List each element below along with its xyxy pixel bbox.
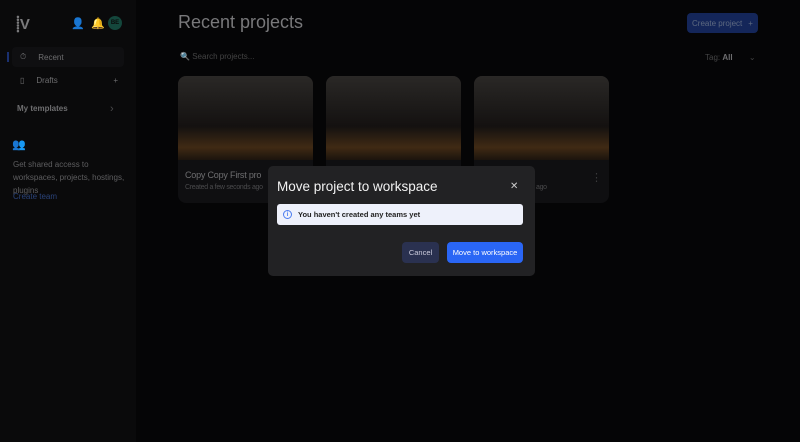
- card-title: Copy Copy First pro: [185, 170, 262, 180]
- search-icon: 🔍: [180, 52, 190, 61]
- sidebar-item-label: Recent: [38, 52, 64, 62]
- project-thumbnail: [326, 76, 461, 160]
- bell-icon[interactable]: 🔔: [91, 17, 105, 30]
- team-icon: 👥: [12, 139, 26, 151]
- chevron-down-icon: ⌄: [748, 53, 756, 62]
- info-text: You haven't created any teams yet: [298, 210, 421, 219]
- tag-label: Tag:: [705, 53, 721, 62]
- plus-icon[interactable]: +: [113, 76, 118, 85]
- project-thumbnail: [474, 76, 609, 160]
- create-project-button[interactable]: Create project +: [687, 13, 758, 33]
- logo: ⸽V: [16, 16, 30, 33]
- create-team-link[interactable]: Create team: [13, 192, 57, 201]
- clock-icon: ⏱: [20, 52, 27, 61]
- sidebar: ⸽V 👤 🔔 BE ⏱ Recent ▯ Drafts + My templates…: [0, 0, 136, 442]
- info-banner: i You haven't created any teams yet: [277, 204, 523, 225]
- plus-icon: +: [748, 18, 753, 28]
- cancel-button[interactable]: Cancel: [402, 242, 439, 263]
- my-templates[interactable]: My templates: [17, 104, 68, 113]
- card-subtitle: ago: [536, 184, 547, 191]
- page-title: Recent projects: [178, 12, 304, 32]
- close-icon[interactable]: ✕: [510, 181, 518, 192]
- tag-filter[interactable]: Tag: All ⌄: [705, 53, 756, 62]
- avatar[interactable]: BE: [108, 16, 122, 30]
- card-subtitle: Created a few seconds ago: [185, 184, 263, 191]
- active-indicator: [7, 52, 9, 62]
- tag-value: All: [722, 53, 733, 62]
- move-project-dialog: Move project to workspace ✕ i You haven't…: [268, 166, 535, 276]
- project-thumbnail: [178, 76, 313, 160]
- file-icon: ▯: [20, 75, 25, 85]
- sidebar-item-label: Drafts: [36, 75, 58, 85]
- info-icon: i: [283, 210, 292, 219]
- add-user-icon[interactable]: 👤: [71, 17, 85, 30]
- sidebar-item-recent[interactable]: ⏱ Recent: [12, 47, 124, 67]
- sidebar-item-drafts[interactable]: ▯ Drafts +: [12, 70, 124, 90]
- move-to-workspace-button[interactable]: Move to workspace: [447, 242, 523, 263]
- dialog-title: Move project to workspace: [277, 179, 438, 194]
- create-project-label: Create project: [692, 18, 743, 28]
- more-icon[interactable]: ⋮: [591, 171, 602, 184]
- search-input[interactable]: 🔍 Search projects...: [180, 52, 254, 61]
- search-placeholder: Search projects...: [192, 52, 255, 61]
- chevron-right-icon[interactable]: ›: [110, 103, 114, 115]
